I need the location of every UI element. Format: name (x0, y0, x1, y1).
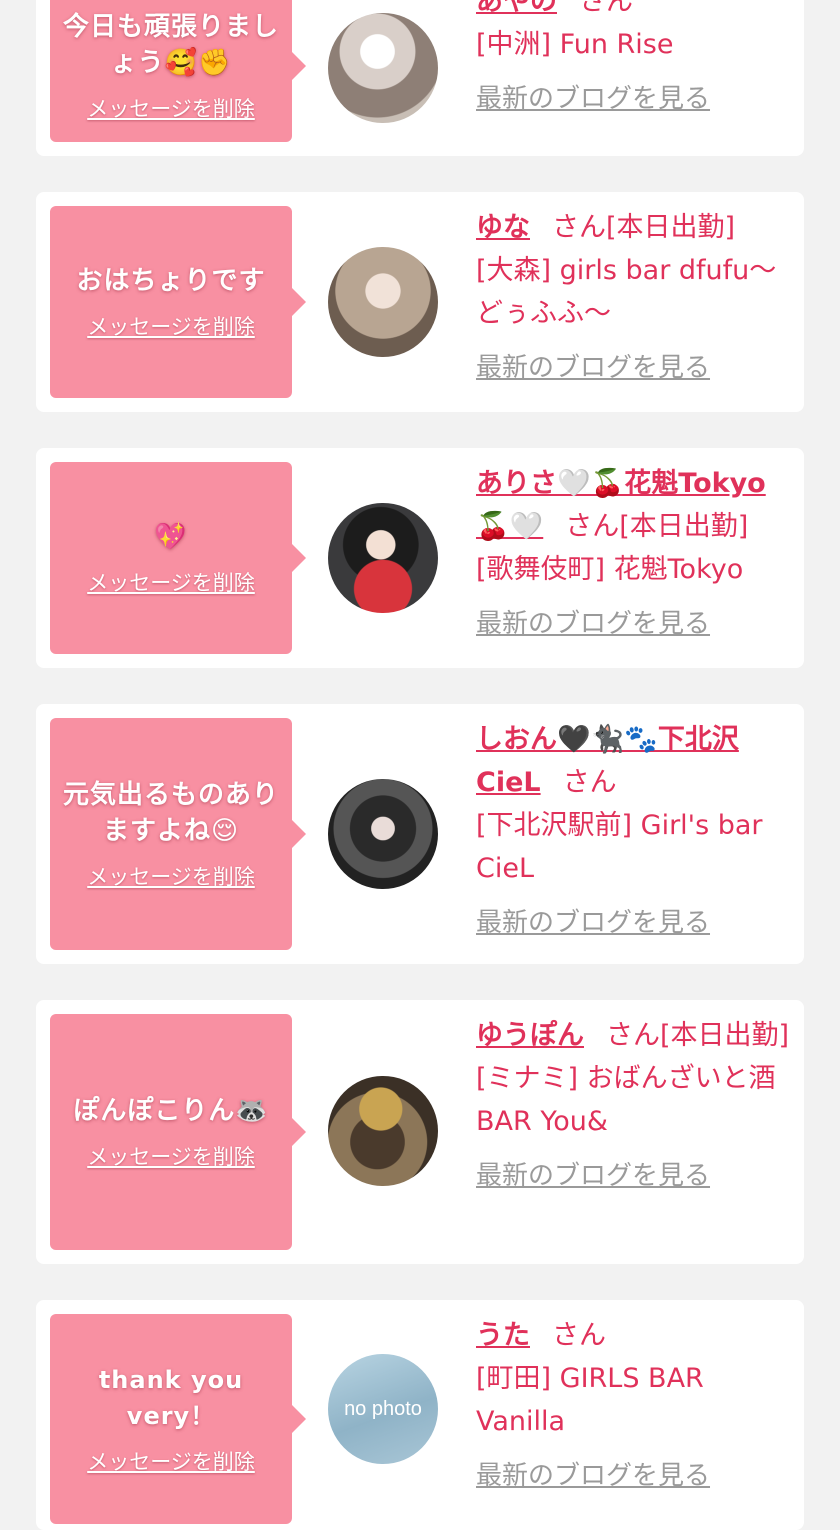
shop-name: [中洲] Fun Rise (476, 29, 674, 60)
user-info: しおん🖤🐈‍⬛🐾下北沢CieL さん [下北沢駅前] Girl's bar Cie… (476, 718, 794, 945)
avatar[interactable] (328, 1076, 438, 1186)
shop-name: [ミナミ] おばんざいと酒BAR You& (476, 1063, 776, 1137)
san-suffix: さん (579, 0, 633, 17)
message-text: thank you very！ (98, 1366, 244, 1430)
message-bubble: 今日も頑張りましょう🥰✊ メッセージを削除 (50, 0, 306, 142)
user-info: あやの さん [中洲] Fun Rise 最新のブログを見る (476, 0, 794, 121)
message-bubble: おはちょりです メッセージを削除 (50, 206, 306, 398)
shop-name: [町田] GIRLS BAR Vanilla (476, 1363, 704, 1437)
message-text: おはちょりです (76, 266, 266, 296)
message-bubble: ぽんぽこりん🦝 メッセージを削除 (50, 1014, 306, 1250)
status-badge: [本日出勤] (660, 1020, 790, 1051)
avatar[interactable] (328, 13, 438, 123)
avatar[interactable]: no photo (328, 1354, 438, 1464)
blog-link[interactable]: 最新のブログを見る (476, 347, 794, 390)
user-name-link[interactable]: うた (476, 1320, 530, 1351)
delete-message-link[interactable]: メッセージを削除 (87, 93, 255, 123)
san-suffix: さん (552, 212, 606, 243)
shop-name: [下北沢駅前] Girl's bar CieL (476, 810, 763, 884)
user-info: ゆうぽん さん[本日出勤] [ミナミ] おばんざいと酒BAR You& 最新のブロ… (476, 1014, 794, 1198)
message-card: 元気出るものありますよね😌 メッセージを削除 しおん🖤🐈‍⬛🐾下北沢CieL さん… (36, 704, 804, 964)
san-suffix: さん (565, 511, 620, 542)
no-photo-icon: no photo (344, 1397, 422, 1420)
delete-message-link[interactable]: メッセージを削除 (87, 1446, 255, 1476)
status-badge: [本日出勤] (606, 212, 736, 243)
avatar[interactable] (328, 779, 438, 889)
user-name-link[interactable]: ゆな (476, 212, 530, 243)
user-info: ゆな さん[本日出勤] [大森] girls bar dfufu〜どぅふふ〜 最新… (476, 206, 794, 390)
san-suffix: さん (606, 1020, 660, 1051)
blog-link[interactable]: 最新のブログを見る (476, 78, 794, 121)
message-card: thank you very！ メッセージを削除 no photo うた さん [… (36, 1300, 804, 1530)
shop-name: [大森] girls bar dfufu〜どぅふふ〜 (476, 255, 777, 329)
message-bubble: thank you very！ メッセージを削除 (50, 1314, 306, 1524)
message-text: ぽんぽこりん🦝 (73, 1096, 269, 1126)
message-card: ぽんぽこりん🦝 メッセージを削除 ゆうぽん さん[本日出勤] [ミナミ] おばんざ… (36, 1000, 804, 1264)
shop-name: [歌舞伎町] 花魁Tokyo (476, 554, 744, 585)
blog-link[interactable]: 最新のブログを見る (476, 603, 794, 646)
delete-message-link[interactable]: メッセージを削除 (87, 861, 255, 891)
message-text: 今日も頑張りましょう🥰✊ (62, 12, 279, 78)
blog-link[interactable]: 最新のブログを見る (476, 1155, 794, 1198)
message-card: 💖 メッセージを削除 ありさ🤍🍒花魁Tokyo🍒🤍 さん[本日出勤] [歌舞伎町]… (36, 448, 804, 668)
san-suffix: さん (552, 1320, 606, 1351)
user-info: ありさ🤍🍒花魁Tokyo🍒🤍 さん[本日出勤] [歌舞伎町] 花魁Tokyo 最新… (476, 462, 794, 646)
status-badge: [本日出勤] (619, 511, 749, 542)
user-name-link[interactable]: あやの (476, 0, 557, 17)
message-bubble: 💖 メッセージを削除 (50, 462, 306, 654)
avatar[interactable] (328, 247, 438, 357)
message-text: 元気出るものありますよね😌 (62, 780, 279, 846)
delete-message-link[interactable]: メッセージを削除 (87, 311, 255, 341)
san-suffix: さん (562, 767, 617, 798)
message-text: 💖 (154, 522, 188, 552)
message-card: おはちょりです メッセージを削除 ゆな さん[本日出勤] [大森] girls b… (36, 192, 804, 412)
message-card: 今日も頑張りましょう🥰✊ メッセージを削除 あやの さん [中洲] Fun Ris… (36, 0, 804, 156)
delete-message-link[interactable]: メッセージを削除 (87, 567, 255, 597)
blog-link[interactable]: 最新のブログを見る (476, 902, 794, 945)
user-name-link[interactable]: ゆうぽん (476, 1020, 584, 1051)
delete-message-link[interactable]: メッセージを削除 (87, 1141, 255, 1171)
avatar[interactable] (328, 503, 438, 613)
blog-link[interactable]: 最新のブログを見る (476, 1455, 794, 1498)
message-bubble: 元気出るものありますよね😌 メッセージを削除 (50, 718, 306, 950)
user-info: うた さん [町田] GIRLS BAR Vanilla 最新のブログを見る (476, 1314, 794, 1498)
